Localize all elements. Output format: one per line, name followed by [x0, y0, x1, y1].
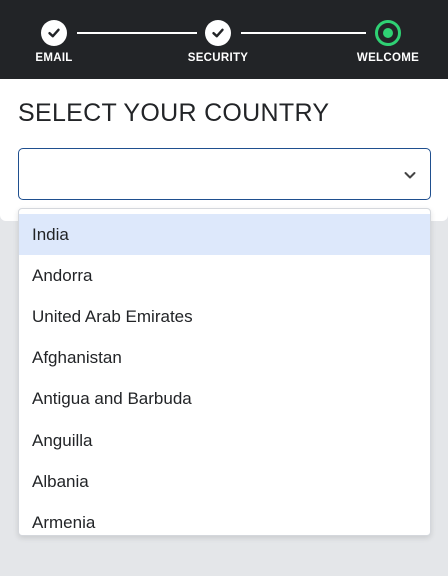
- step-label: EMAIL: [35, 52, 73, 64]
- dropdown-option-armenia[interactable]: Armenia: [19, 502, 430, 535]
- country-card: SELECT YOUR COUNTRY: [0, 79, 448, 221]
- dropdown-option-united-arab-emirates[interactable]: United Arab Emirates: [19, 296, 430, 337]
- checkmark-icon: [212, 28, 224, 38]
- step-security: SECURITY: [168, 20, 268, 64]
- page-title: SELECT YOUR COUNTRY: [18, 99, 330, 127]
- step-label: WELCOME: [356, 52, 420, 64]
- step-welcome: WELCOME: [338, 20, 438, 64]
- step-current-icon: [375, 20, 401, 46]
- step-label: SECURITY: [187, 52, 249, 64]
- dropdown-option-antigua-and-barbuda[interactable]: Antigua and Barbuda: [19, 379, 430, 420]
- dropdown-option-india[interactable]: India: [19, 214, 430, 256]
- dropdown-option-andorra[interactable]: Andorra: [19, 255, 430, 296]
- dropdown-option-afghanistan[interactable]: Afghanistan: [19, 338, 430, 379]
- current-dot-icon: [383, 28, 393, 38]
- step-email: EMAIL: [4, 20, 104, 64]
- step-complete-icon: [205, 20, 231, 46]
- checkmark-icon: [48, 28, 60, 38]
- dropdown-option-anguilla[interactable]: Anguilla: [19, 420, 430, 461]
- stepper-header: EMAIL SECURITY WELCOME: [0, 0, 448, 79]
- page: EMAIL SECURITY WELCOME SELECT YOUR COUNT…: [0, 0, 448, 576]
- dropdown-option-albania[interactable]: Albania: [19, 461, 430, 502]
- country-dropdown-list[interactable]: India Andorra United Arab Emirates Afgha…: [18, 208, 431, 536]
- step-complete-icon: [41, 20, 67, 46]
- country-select[interactable]: [18, 148, 431, 200]
- chevron-down-icon: [404, 172, 416, 179]
